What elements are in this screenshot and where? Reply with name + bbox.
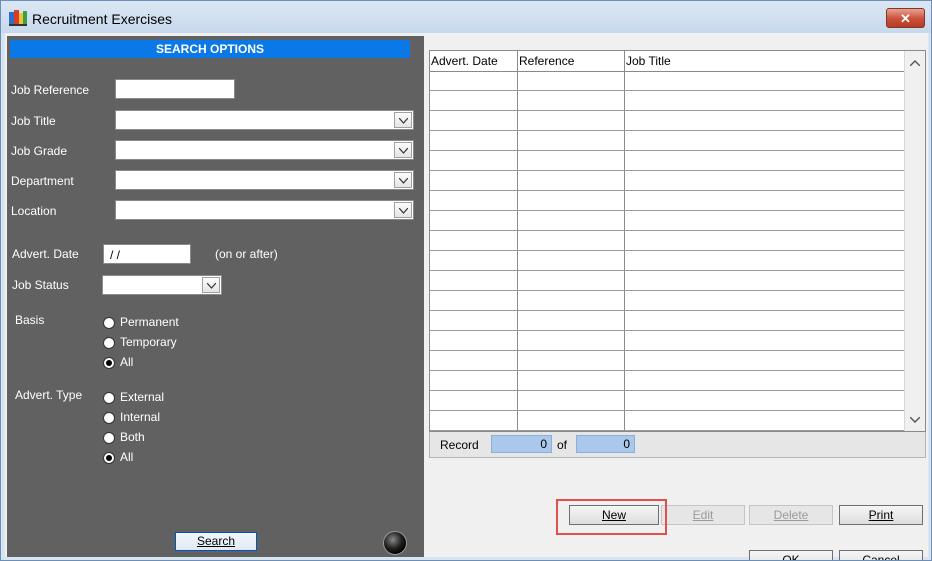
location-combo[interactable] <box>115 200 414 220</box>
chevron-down-icon[interactable] <box>394 142 412 158</box>
radio-label: Both <box>120 430 145 444</box>
row-divider <box>430 250 905 251</box>
column-header-advert-date[interactable]: Advert. Date <box>431 54 498 68</box>
job-title-combo[interactable] <box>115 110 414 130</box>
window-title: Recruitment Exercises <box>32 11 173 27</box>
results-grid[interactable]: Advert. Date Reference Job Title <box>429 50 926 432</box>
client-area: SEARCH OPTIONS Job Reference Job Title J… <box>5 33 928 560</box>
row-divider <box>430 150 905 151</box>
record-total: 0 <box>576 435 635 453</box>
radio-button[interactable] <box>103 337 115 349</box>
row-divider <box>430 290 905 291</box>
record-of-label: of <box>557 438 568 452</box>
row-divider <box>430 110 905 111</box>
location-label: Location <box>11 204 57 218</box>
radio-label: External <box>120 390 165 404</box>
close-button[interactable]: ✕ <box>886 8 925 28</box>
status-orb-icon <box>383 531 407 555</box>
close-icon: ✕ <box>900 11 911 26</box>
row-divider <box>430 430 905 431</box>
edit-button[interactable]: Edit <box>661 505 745 525</box>
row-divider <box>430 410 905 411</box>
job-reference-label: Job Reference <box>11 83 90 97</box>
new-button-highlight <box>556 499 667 535</box>
row-divider <box>430 330 905 331</box>
radio-button[interactable] <box>103 412 115 424</box>
chevron-down-icon[interactable] <box>394 202 412 218</box>
app-icon <box>9 10 27 26</box>
row-divider <box>430 310 905 311</box>
chevron-down-icon[interactable] <box>394 112 412 128</box>
results-area: Advert. Date Reference Job Title Record … <box>429 36 928 557</box>
advert-date-hint: (on or after) <box>215 247 278 261</box>
job-grade-combo[interactable] <box>115 140 414 160</box>
row-divider <box>430 350 905 351</box>
job-reference-input[interactable] <box>115 79 235 99</box>
job-title-label: Job Title <box>11 114 56 128</box>
search-button[interactable]: Search <box>175 532 257 551</box>
title-bar: Recruitment Exercises ✕ <box>1 1 931 33</box>
basis-label: Basis <box>15 313 45 327</box>
radio-button[interactable] <box>103 357 115 369</box>
row-divider <box>430 210 905 211</box>
radio-label: All <box>120 355 134 369</box>
advert-date-label: Advert. Date <box>12 247 79 261</box>
scroll-down-icon[interactable] <box>910 417 920 423</box>
search-button-label: Search <box>196 534 236 548</box>
row-divider <box>430 130 905 131</box>
chevron-down-icon[interactable] <box>394 172 412 188</box>
column-divider <box>624 51 625 431</box>
job-status-label: Job Status <box>12 278 69 292</box>
print-button-label: Print <box>868 508 894 522</box>
recruitment-exercises-window: Recruitment Exercises ✕ SEARCH OPTIONS J… <box>0 0 932 561</box>
row-divider <box>430 370 905 371</box>
radio-button[interactable] <box>103 452 115 464</box>
vertical-scrollbar[interactable] <box>904 51 925 431</box>
radio-label: Temporary <box>120 335 177 349</box>
radio-button[interactable] <box>103 317 115 329</box>
radio-label: Permanent <box>120 315 179 329</box>
radio-label: All <box>120 450 134 464</box>
job-status-combo[interactable] <box>102 275 222 295</box>
advert-type-label: Advert. Type <box>15 388 83 402</box>
record-navigator: Record 0 of 0 <box>429 432 926 458</box>
ok-button-label: OK <box>782 553 800 561</box>
department-combo[interactable] <box>115 170 414 190</box>
print-button[interactable]: Print <box>839 505 923 525</box>
radio-label: Internal <box>120 410 161 424</box>
row-divider <box>430 90 905 91</box>
ok-button[interactable]: OK <box>749 550 833 561</box>
cancel-button[interactable]: Cancel <box>839 550 923 561</box>
radio-button[interactable] <box>103 432 115 444</box>
row-divider <box>430 170 905 171</box>
advert-date-input[interactable]: / / <box>103 244 191 264</box>
scroll-up-icon[interactable] <box>910 60 920 66</box>
search-options-panel: SEARCH OPTIONS Job Reference Job Title J… <box>7 36 424 557</box>
cancel-button-label: Cancel <box>862 553 900 561</box>
record-current[interactable]: 0 <box>491 435 552 453</box>
row-divider <box>430 270 905 271</box>
row-divider <box>430 390 905 391</box>
search-options-header: SEARCH OPTIONS <box>10 40 410 58</box>
column-header-reference[interactable]: Reference <box>519 54 574 68</box>
department-label: Department <box>11 174 74 188</box>
radio-button[interactable] <box>103 392 115 404</box>
delete-button[interactable]: Delete <box>749 505 833 525</box>
column-header-job-title[interactable]: Job Title <box>626 54 671 68</box>
record-label: Record <box>440 438 479 452</box>
chevron-down-icon[interactable] <box>202 277 220 293</box>
grid-header: Advert. Date Reference Job Title <box>430 51 905 72</box>
delete-button-label: Delete <box>773 508 809 522</box>
row-divider <box>430 230 905 231</box>
job-grade-label: Job Grade <box>11 144 68 158</box>
edit-button-label: Edit <box>692 508 714 522</box>
column-divider <box>517 51 518 431</box>
row-divider <box>430 190 905 191</box>
